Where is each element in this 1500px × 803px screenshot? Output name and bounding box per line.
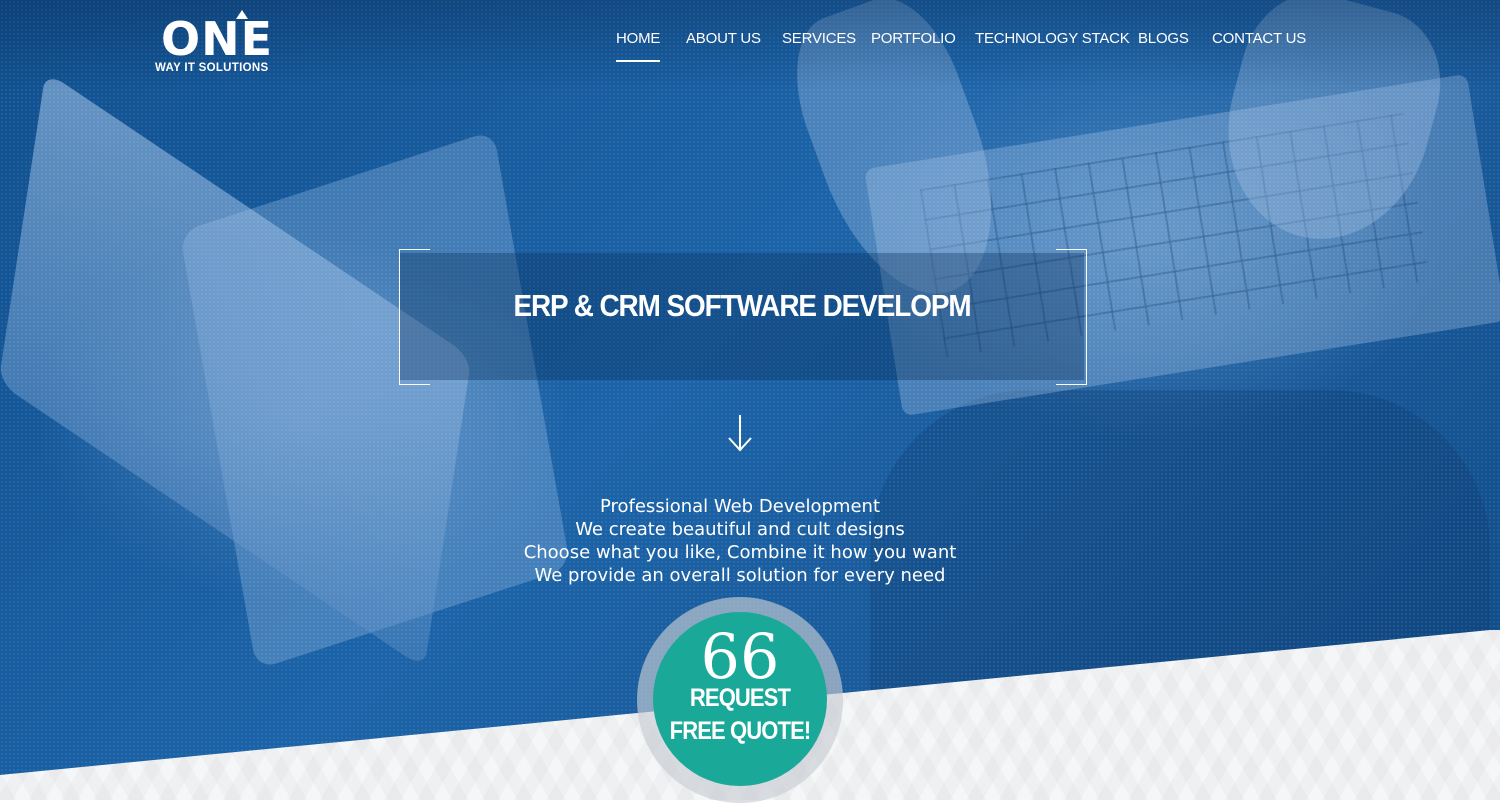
request-free-quote-button[interactable]: 66 REQUEST FREE QUOTE! xyxy=(653,612,827,786)
nav-services[interactable]: SERVICES xyxy=(782,30,856,47)
hero-intro: Professional Web Development We create b… xyxy=(440,495,1040,587)
logo-wordmark: ONE xyxy=(161,12,274,66)
nav-about-us[interactable]: ABOUT US xyxy=(686,30,761,47)
intro-line: Choose what you like, Combine it how you… xyxy=(523,542,957,563)
quote-button-label-line2: FREE QUOTE! xyxy=(669,717,812,745)
quote-icon: 66 xyxy=(700,620,780,693)
intro-line: Professional Web Development xyxy=(599,496,881,517)
site-logo[interactable]: ONE WAY IT SOLUTIONS xyxy=(155,10,307,76)
quote-button-label-line1: REQUEST xyxy=(689,684,791,712)
hero-headline: ERP & CRM SOFTWARE DEVELOPM xyxy=(513,288,971,323)
intro-line: We provide an overall solution for every… xyxy=(534,565,946,586)
headline-bracket-right xyxy=(1056,249,1087,385)
headline-bracket-left xyxy=(399,249,430,385)
logo-arrow-icon xyxy=(236,10,248,19)
nav-blogs[interactable]: BLOGS xyxy=(1138,30,1189,47)
logo-tagline: WAY IT SOLUTIONS xyxy=(155,62,269,74)
intro-line: We create beautiful and cult designs xyxy=(575,519,905,540)
nav-home[interactable]: HOME xyxy=(616,30,661,62)
down-arrow-icon[interactable] xyxy=(725,413,755,453)
nav-technology-stack[interactable]: TECHNOLOGY STACK xyxy=(975,30,1130,47)
nav-contact-us[interactable]: CONTACT US xyxy=(1212,30,1306,47)
nav-portfolio[interactable]: PORTFOLIO xyxy=(871,30,956,47)
